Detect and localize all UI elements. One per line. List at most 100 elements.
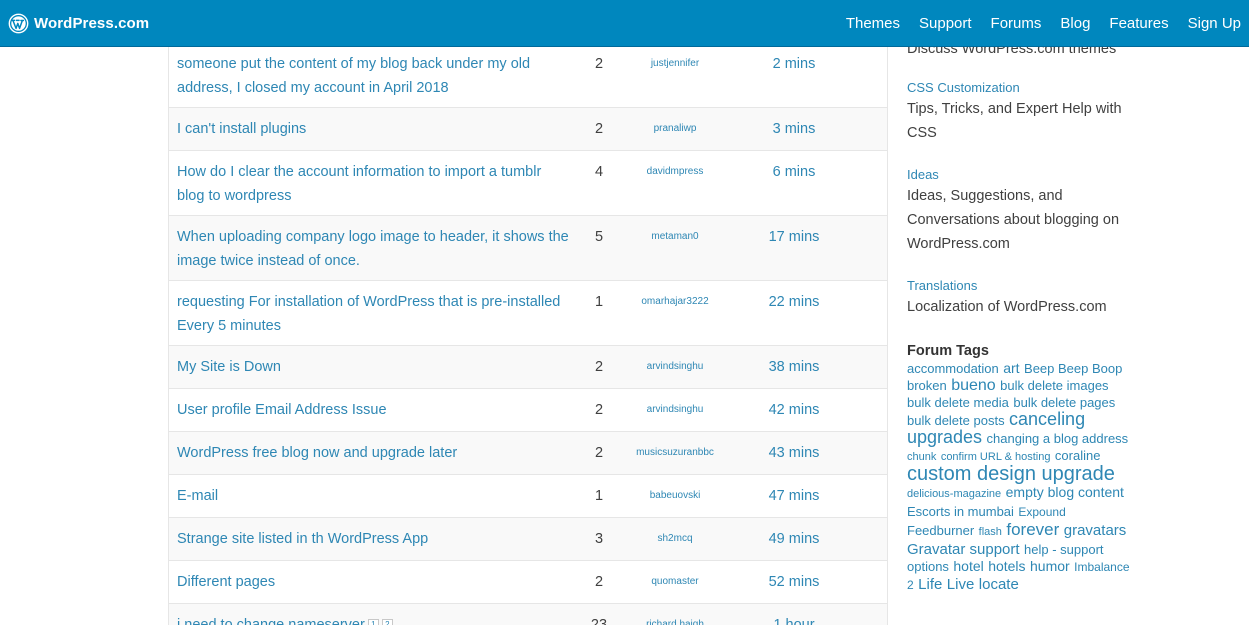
tag-link[interactable]: accommodation — [907, 361, 999, 376]
tag-link[interactable]: chunk — [907, 451, 936, 463]
forum-item-css: CSS Customization Tips, Tricks, and Expe… — [907, 79, 1132, 145]
topic-page-link[interactable]: 1 — [367, 619, 379, 625]
tag-link[interactable]: bulk delete pages — [1013, 395, 1115, 410]
tag-cloud: accommodation art Beep Beep Boop broken … — [907, 360, 1132, 594]
tag-link[interactable]: Expound — [1018, 505, 1065, 519]
tag-link[interactable]: Escorts in mumbai — [907, 504, 1014, 519]
nav-blog[interactable]: Blog — [1060, 15, 1090, 32]
tag-link[interactable]: hotels — [988, 558, 1025, 574]
tag-link[interactable]: forever — [1006, 520, 1059, 539]
topic-page-link[interactable]: 2 — [381, 619, 393, 625]
topic-freshness-link[interactable]: 47 mins — [741, 484, 847, 508]
table-row: Different pages 2 quomaster 52 mins — [169, 561, 887, 604]
topic-title-link[interactable]: WordPress free blog now and upgrade late… — [177, 441, 572, 465]
table-row: Strange site listed in th WordPress App … — [169, 518, 887, 561]
tag-link[interactable]: changing a blog address — [987, 431, 1129, 446]
nav-features[interactable]: Features — [1109, 15, 1168, 32]
nav-themes[interactable]: Themes — [846, 15, 900, 32]
topic-title-link[interactable]: User profile Email Address Issue — [177, 398, 572, 422]
topic-freshness-link[interactable]: 22 mins — [741, 290, 847, 314]
topic-freshness-link[interactable]: 2 mins — [741, 52, 847, 76]
topic-title-cell: i need to change nameserver 1 2 — [177, 613, 572, 625]
forum-link[interactable]: Translations — [907, 277, 1132, 295]
tag-link[interactable]: humor — [1030, 558, 1070, 574]
tag-link[interactable]: bulk delete posts — [907, 413, 1005, 428]
topic-title-link[interactable]: Strange site listed in th WordPress App — [177, 527, 572, 551]
tag-link[interactable]: Feedburner — [907, 523, 974, 538]
tag-link[interactable]: broken — [907, 378, 947, 393]
topic-author-link[interactable]: arvindsinghu — [617, 398, 733, 422]
tag-link[interactable]: gravatars — [1064, 522, 1127, 539]
tag-link[interactable]: delicious-magazine — [907, 488, 1001, 500]
topic-title-link[interactable]: E-mail — [177, 484, 572, 508]
sidebar: Discuss WordPress.com themes CSS Customi… — [907, 0, 1137, 625]
topic-title-link[interactable]: someone put the content of my blog back … — [177, 52, 572, 100]
tag-link[interactable]: custom design upgrade — [907, 463, 1115, 485]
forum-link[interactable]: CSS Customization — [907, 79, 1132, 97]
table-row: How do I clear the account information t… — [169, 151, 887, 216]
topic-title-link[interactable]: My Site is Down — [177, 355, 572, 379]
table-row: WordPress free blog now and upgrade late… — [169, 432, 887, 475]
topic-author-link[interactable]: musicsuzuranbbc — [617, 441, 733, 465]
table-row: My Site is Down 2 arvindsinghu 38 mins — [169, 346, 887, 389]
nav-forums[interactable]: Forums — [991, 15, 1042, 32]
nav-sign-up[interactable]: Sign Up — [1188, 15, 1241, 32]
topic-author-link[interactable]: metaman0 — [617, 225, 733, 249]
tag-link[interactable]: bulk delete media — [907, 395, 1009, 410]
forum-link[interactable]: Ideas — [907, 166, 1132, 184]
tag-link[interactable]: confirm URL & hosting — [941, 451, 1051, 463]
tag-link[interactable]: locate — [979, 576, 1019, 593]
tag-link[interactable]: bulk delete images — [1000, 378, 1108, 393]
topic-title-link[interactable]: I can't install plugins — [177, 117, 572, 141]
tag-link[interactable]: Live — [947, 576, 975, 593]
topic-title-link[interactable]: When uploading company logo image to hea… — [177, 225, 572, 273]
wordpress-logo-link[interactable]: WordPress.com — [0, 13, 149, 34]
topic-title-link[interactable]: requesting For installation of WordPress… — [177, 290, 572, 338]
topic-freshness-link[interactable]: 49 mins — [741, 527, 847, 551]
topic-author-link[interactable]: arvindsinghu — [617, 355, 733, 379]
topic-author-link[interactable]: justjennifer — [617, 52, 733, 76]
forum-item-translations: Translations Localization of WordPress.c… — [907, 277, 1132, 319]
brand-name: WordPress.com — [34, 14, 150, 32]
wordpress-logo-icon — [8, 13, 29, 33]
forum-description: Localization of WordPress.com — [907, 299, 1107, 315]
tag-link[interactable]: Life — [918, 576, 942, 593]
tag-link[interactable]: flash — [979, 526, 1002, 538]
topic-author-link[interactable]: richard.haigh — [617, 613, 733, 625]
forum-description: Tips, Tricks, and Expert Help with CSS — [907, 101, 1122, 141]
top-bar: WordPress.com Themes Support Forums Blog… — [0, 0, 1249, 47]
table-row: i need to change nameserver 1 2 23 richard… — [169, 604, 887, 625]
topic-freshness-link[interactable]: 3 mins — [741, 117, 847, 141]
topic-author-link[interactable]: sh2mcq — [617, 527, 733, 551]
topic-freshness-link[interactable]: 43 mins — [741, 441, 847, 465]
topic-freshness-link[interactable]: 38 mins — [741, 355, 847, 379]
forum-description: Ideas, Suggestions, and Conversations ab… — [907, 188, 1120, 252]
topic-author-link[interactable]: quomaster — [617, 570, 733, 594]
topic-freshness-link[interactable]: 17 mins — [741, 225, 847, 249]
table-row: User profile Email Address Issue 2 arvin… — [169, 389, 887, 432]
table-row: someone put the content of my blog back … — [169, 42, 887, 108]
tag-link[interactable]: hotel — [953, 558, 983, 574]
tag-link[interactable]: Gravatar support — [907, 541, 1020, 558]
tag-link[interactable]: art — [1003, 360, 1019, 376]
topic-title-link[interactable]: How do I clear the account information t… — [177, 160, 572, 208]
topic-freshness-link[interactable]: 42 mins — [741, 398, 847, 422]
topic-title-link[interactable]: Different pages — [177, 570, 572, 594]
table-row: I can't install plugins 2 pranaliwp 3 mi… — [169, 108, 887, 151]
tag-link[interactable]: bueno — [951, 377, 996, 394]
tags-heading: Forum Tags — [907, 343, 989, 359]
tag-link[interactable]: coraline — [1055, 448, 1101, 463]
topic-freshness-link[interactable]: 52 mins — [741, 570, 847, 594]
topic-author-link[interactable]: davidmpress — [617, 160, 733, 184]
topic-author-link[interactable]: babeuovski — [617, 484, 733, 508]
topic-freshness-link[interactable]: 6 mins — [741, 160, 847, 184]
table-row: When uploading company logo image to hea… — [169, 216, 887, 281]
topic-author-link[interactable]: omarhajar3222 — [617, 290, 733, 314]
topic-author-link[interactable]: pranaliwp — [617, 117, 733, 141]
nav-support[interactable]: Support — [919, 15, 972, 32]
topic-freshness-link[interactable]: 1 hour — [741, 613, 847, 625]
tag-link[interactable]: empty blog content — [1006, 484, 1124, 500]
main-nav: Themes Support Forums Blog Features Sign… — [827, 0, 1249, 47]
topic-title-link[interactable]: i need to change nameserver — [177, 617, 365, 625]
tag-link[interactable]: Beep Beep Boop — [1024, 361, 1122, 376]
